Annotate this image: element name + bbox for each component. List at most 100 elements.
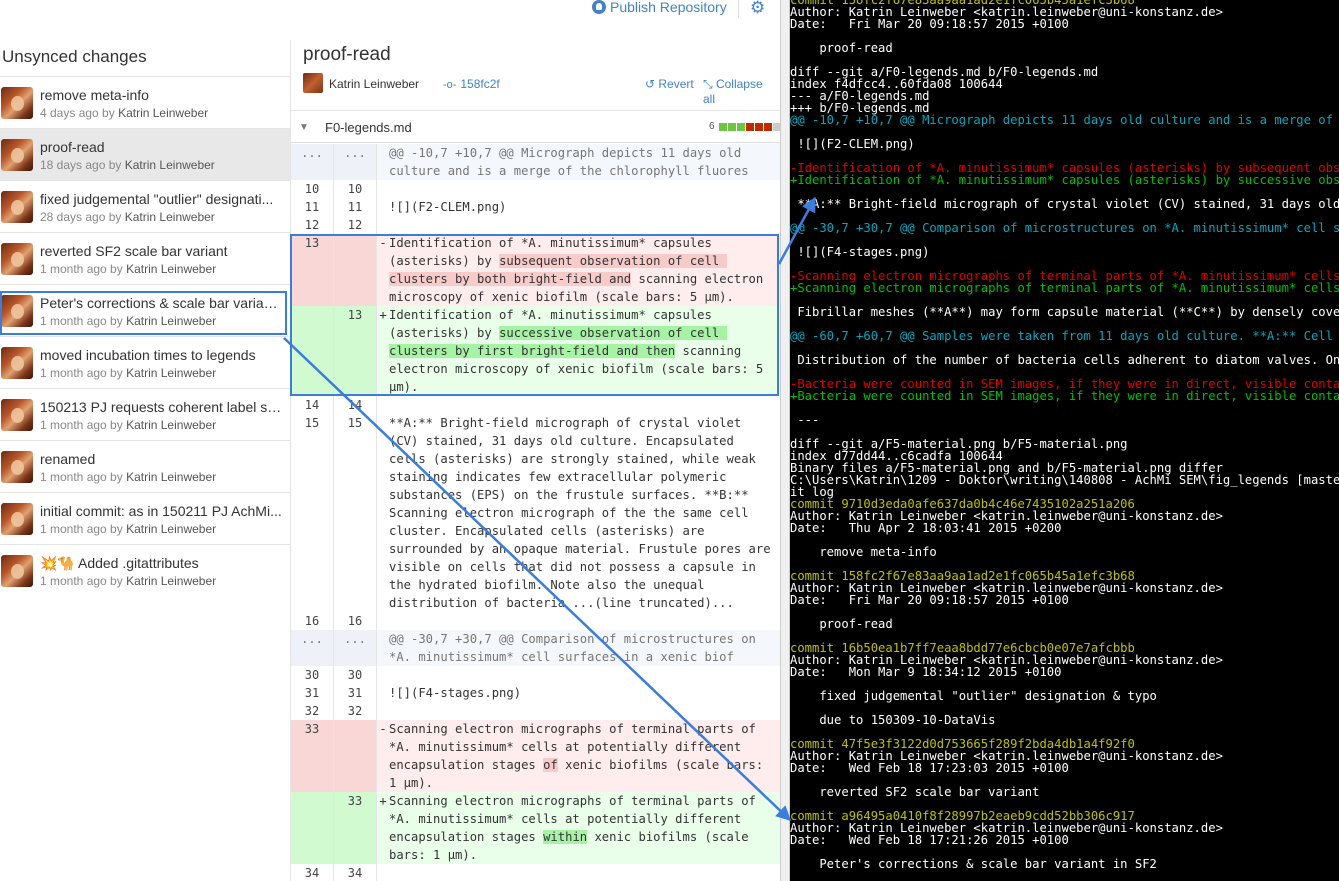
commit-list: remove meta-info 4 days ago by Katrin Lei… — [0, 76, 290, 596]
gear-icon[interactable]: ⚙ — [750, 0, 765, 18]
diff-line: 33 - Scanning electron micrographs of term… — [291, 720, 780, 792]
commit-list-item[interactable]: 150213 PJ requests coherent label siz...… — [0, 388, 290, 440]
diff-content: Scanning electron micrographs of termina… — [389, 720, 780, 792]
commit-meta: 28 days ago by Katrin Leinweber — [40, 210, 215, 224]
diff-sign — [377, 396, 389, 414]
commit-list-item[interactable]: remove meta-info 4 days ago by Katrin Lei… — [0, 76, 290, 128]
diff-sign — [377, 144, 389, 180]
new-line-number — [334, 720, 377, 792]
diff-line: 15 15 **A:** Bright-field micrograph of cr… — [291, 414, 780, 612]
terminal-line: Date: Thu Apr 2 18:03:41 2015 +0200 — [790, 521, 1062, 535]
revert-icon: ↺ — [645, 77, 659, 91]
terminal-line: **A:** Bright-field micrograph of crysta… — [797, 197, 1339, 211]
stat-square — [772, 122, 780, 131]
old-line-number: 15 — [291, 414, 334, 612]
diff-sign — [377, 612, 389, 630]
terminal-line: Date: Fri Mar 20 09:18:57 2015 +0100 — [790, 17, 1069, 31]
diff-line: 33 + Scanning electron micrographs of term… — [291, 792, 780, 864]
old-line-number: ... — [291, 144, 334, 180]
commit-age: 1 month ago by — [40, 262, 123, 276]
diff-sign — [377, 864, 389, 881]
commit-age: 1 month ago by — [40, 418, 123, 432]
old-line-number: ... — [291, 630, 334, 666]
commit-meta: 1 month ago by Katrin Leinweber — [40, 574, 216, 588]
file-change-count: 6 — [709, 121, 715, 132]
diff-line: 32 32 — [291, 702, 780, 720]
commit-author: Katrin Leinweber — [126, 418, 217, 432]
terminal-line: fixed judgemental "outlier" designation … — [790, 689, 1157, 703]
commit-list-item[interactable]: renamed 1 month ago by Katrin Leinweber — [0, 440, 290, 492]
terminal-line: ![](F2-CLEM.png) — [790, 137, 915, 151]
terminal-line: Peter's corrections & scale bar variant … — [790, 857, 1157, 871]
old-line-number: 10 — [291, 180, 334, 198]
new-line-number: 30 — [334, 666, 377, 684]
terminal-line: due to 150309-10-DataVis — [790, 713, 996, 727]
new-line-number: 16 — [334, 612, 377, 630]
diff-sign — [377, 702, 389, 720]
diff-line: 14 14 — [291, 396, 780, 414]
diff-sign — [377, 630, 389, 666]
terminal-line: Date: Fri Mar 20 09:18:57 2015 +0100 — [790, 593, 1069, 607]
old-line-number: 12 — [291, 216, 334, 234]
terminal-line: @@ -10,7 +10,7 @@ Micrograph depicts 11 … — [790, 113, 1333, 127]
file-change-stat: 6 — [709, 121, 780, 132]
revert-button[interactable]: ↺ Revert — [645, 77, 694, 91]
publish-repository-button[interactable]: Publish Repository — [592, 0, 727, 15]
commit-message: 💥🐪 Added .gitattributes — [40, 555, 199, 571]
diff-sign — [377, 414, 389, 612]
diff-content — [389, 666, 780, 684]
commit-author: Katrin Leinweber — [124, 210, 215, 224]
commit-author: Katrin Leinweber — [126, 574, 217, 588]
avatar — [1, 555, 33, 587]
revert-label: Revert — [658, 77, 694, 91]
old-line-number: 30 — [291, 666, 334, 684]
avatar — [1, 243, 33, 275]
commit-message: 150213 PJ requests coherent label siz... — [40, 399, 282, 415]
commit-list-item[interactable]: proof-read 18 days ago by Katrin Leinwebe… — [0, 128, 290, 180]
terminal-line: Date: Mon Mar 9 18:34:12 2015 +0100 — [790, 665, 1062, 679]
diff-content: @@ -30,7 +30,7 @@ Comparison of microstr… — [389, 630, 780, 666]
commit-sha-link[interactable]: -o- 158fc2f — [443, 77, 500, 91]
github-icon — [592, 0, 606, 14]
old-line-number: 11 — [291, 198, 334, 216]
diff-text — [389, 668, 396, 682]
diff-content: Scanning electron micrographs of termina… — [389, 792, 780, 864]
commit-list-item[interactable]: moved incubation times to legends 1 month… — [0, 336, 290, 388]
diff-line: 34 34 — [291, 864, 780, 881]
commit-meta: 18 days ago by Katrin Leinweber — [40, 158, 215, 172]
commit-author-row: Katrin Leinweber -o- 158fc2f ↺ Revert ⤡ … — [303, 73, 773, 106]
collapse-icon: ⤡ — [703, 77, 716, 91]
avatar — [1, 87, 33, 119]
commit-list-item[interactable]: reverted SF2 scale bar variant 1 month ag… — [0, 232, 290, 284]
sidebar-title: Unsynced changes — [2, 47, 147, 66]
commit-list-item[interactable]: fixed judgemental "outlier" designati...… — [0, 180, 290, 232]
avatar — [1, 451, 33, 483]
commit-age: 4 days ago by — [40, 106, 115, 120]
collapse-file-icon[interactable]: ▼ — [299, 122, 309, 133]
collapse-all-button[interactable]: ⤡ Collapse all — [703, 77, 773, 106]
diff-sign — [377, 216, 389, 234]
commit-meta: 1 month ago by Katrin Leinweber — [40, 418, 216, 432]
diff-text — [389, 182, 396, 196]
commit-message: reverted SF2 scale bar variant — [40, 243, 228, 259]
diff-content — [389, 216, 780, 234]
commit-meta: 1 month ago by Katrin Leinweber — [40, 470, 216, 484]
commit-meta: 1 month ago by Katrin Leinweber — [40, 366, 216, 380]
terminal-line: Distribution of the number of bacteria c… — [797, 353, 1339, 367]
new-line-number: 31 — [334, 684, 377, 702]
diff-sign — [377, 684, 389, 702]
avatar — [303, 73, 323, 93]
commit-message: renamed — [40, 451, 96, 467]
commit-message: remove meta-info — [40, 87, 149, 103]
terminal-line: @@ -60,7 +60,7 @@ Samples were taken fro… — [790, 329, 1333, 343]
diff-line: 12 12 — [291, 216, 780, 234]
old-line-number: 34 — [291, 864, 334, 881]
terminal-line: Fibrillar meshes (**A**) may form capsul… — [797, 305, 1339, 319]
commit-list-item[interactable]: initial commit: as in 150211 PJ AchMi...… — [0, 492, 290, 544]
commit-list-item[interactable]: 💥🐪 Added .gitattributes 1 month ago by Ka… — [0, 544, 290, 596]
commit-message: initial commit: as in 150211 PJ AchMi... — [40, 503, 282, 519]
new-line-number: 32 — [334, 702, 377, 720]
new-line-number: 15 — [334, 414, 377, 612]
file-header[interactable]: ▼ F0-legends.md 6 — [291, 110, 780, 143]
diff-line: 31 31 ![](F4-stages.png) — [291, 684, 780, 702]
